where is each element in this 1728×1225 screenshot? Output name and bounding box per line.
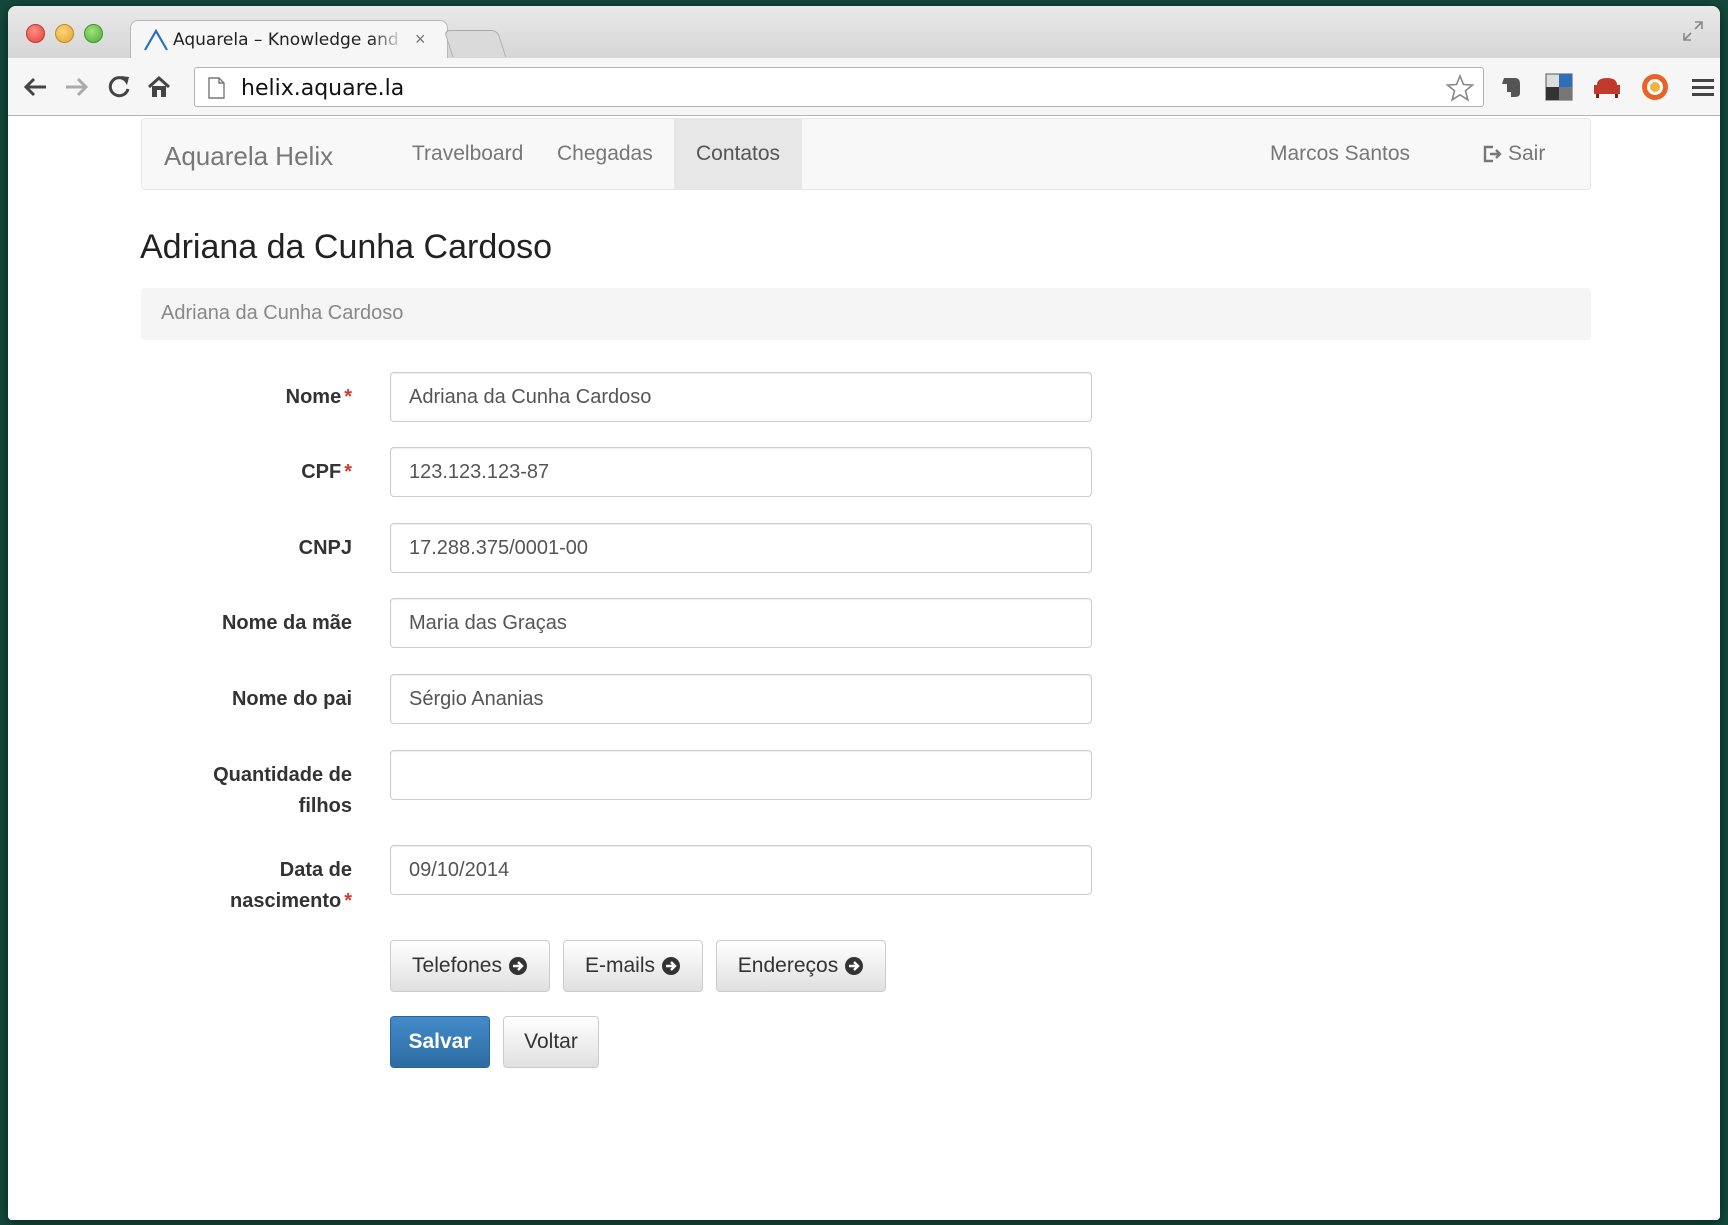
breadcrumb-item-current: Adriana da Cunha Cardoso — [161, 302, 404, 324]
quantidade-filhos-input[interactable] — [390, 750, 1092, 800]
duckduckgo-extension-button[interactable] — [1638, 70, 1672, 104]
brand-link[interactable]: Aquarela Helix — [164, 141, 333, 172]
nome-label: Nome * — [285, 386, 352, 408]
menu-button[interactable] — [1686, 70, 1720, 104]
aquarela-favicon-icon — [144, 28, 168, 51]
breadcrumb: Adriana da Cunha Cardoso — [141, 288, 1591, 340]
home-button[interactable] — [142, 70, 176, 104]
browser-window: Aquarela – Knowledge and × helix.aquare.… — [8, 6, 1720, 1220]
nav-item-contatos[interactable]: Contatos — [674, 119, 803, 189]
arrow-circle-right-icon — [662, 957, 680, 975]
new-tab-button[interactable] — [443, 30, 507, 57]
back-button[interactable]: Voltar — [503, 1016, 599, 1068]
nome-mae-label: Nome da mãe — [221, 612, 352, 634]
logout-link[interactable]: Sair — [1482, 119, 1545, 189]
cnpj-input[interactable] — [390, 523, 1092, 573]
arrow-right-icon — [66, 77, 89, 97]
elephant-icon — [1502, 78, 1520, 97]
forward-button[interactable] — [60, 70, 94, 104]
grid-extension-button[interactable] — [1542, 70, 1576, 104]
user-name-link[interactable]: Marcos Santos — [1270, 119, 1410, 189]
cpf-input[interactable] — [390, 447, 1092, 497]
emails-button[interactable]: E-mails — [563, 940, 703, 992]
quantidade-filhos-label: Quantidade de filhos — [213, 764, 352, 817]
reload-icon — [108, 76, 130, 98]
back-button[interactable] — [18, 70, 52, 104]
telefones-button[interactable]: Telefones — [390, 940, 550, 992]
page-content: Aquarela Helix Travelboard Chegadas Cont… — [8, 116, 1720, 1220]
save-button[interactable]: Salvar — [390, 1016, 490, 1068]
tab-title: Aquarela – Knowledge and — [173, 29, 399, 50]
nome-pai-input[interactable] — [390, 674, 1092, 724]
hamburger-menu-icon — [1692, 79, 1714, 96]
logout-label: Sair — [1508, 142, 1546, 165]
nav-item-chegadas[interactable]: Chegadas — [535, 119, 675, 189]
bookmark-star-icon[interactable] — [1445, 73, 1475, 103]
nome-pai-label: Nome do pai — [231, 688, 352, 710]
page-icon — [208, 77, 225, 99]
cpf-label: CPF * — [301, 461, 352, 483]
browser-toolbar: helix.aquare.la — [8, 58, 1720, 116]
top-navbar: Aquarela Helix Travelboard Chegadas Cont… — [141, 118, 1591, 190]
fullscreen-icon[interactable] — [1680, 18, 1706, 44]
duck-icon — [1642, 74, 1668, 100]
url-text[interactable]: helix.aquare.la — [241, 76, 404, 101]
tab-bar: Aquarela – Knowledge and × — [8, 6, 1720, 58]
couch-extension-button[interactable] — [1590, 70, 1624, 104]
required-mark: * — [344, 890, 352, 912]
enderecos-button[interactable]: Endereços — [716, 940, 886, 992]
minimize-window-button[interactable] — [55, 24, 74, 43]
nome-input[interactable] — [390, 372, 1092, 422]
nome-mae-input[interactable] — [390, 598, 1092, 648]
address-bar[interactable]: helix.aquare.la — [194, 67, 1484, 107]
cnpj-label: CNPJ — [298, 537, 352, 559]
home-icon — [147, 75, 171, 97]
required-mark: * — [344, 461, 352, 483]
data-nascimento-input[interactable] — [390, 845, 1092, 895]
evernote-extension-button[interactable] — [1494, 70, 1528, 104]
reload-button[interactable] — [102, 70, 136, 104]
zoom-window-button[interactable] — [84, 24, 103, 43]
arrow-circle-right-icon — [508, 957, 527, 975]
arrow-left-icon — [23, 77, 46, 97]
browser-tab[interactable]: Aquarela – Knowledge and × — [130, 20, 448, 58]
tab-close-icon[interactable]: × — [415, 29, 426, 50]
arrow-circle-right-icon — [845, 957, 864, 975]
close-window-button[interactable] — [26, 24, 45, 43]
couch-icon — [1594, 78, 1620, 98]
required-mark: * — [344, 386, 352, 408]
checker-icon — [1545, 73, 1573, 101]
nav-item-travelboard[interactable]: Travelboard — [390, 119, 545, 189]
logout-icon — [1483, 145, 1502, 163]
page-title: Adriana da Cunha Cardoso — [140, 228, 553, 266]
data-nascimento-label: Data de nascimento * — [230, 859, 352, 912]
